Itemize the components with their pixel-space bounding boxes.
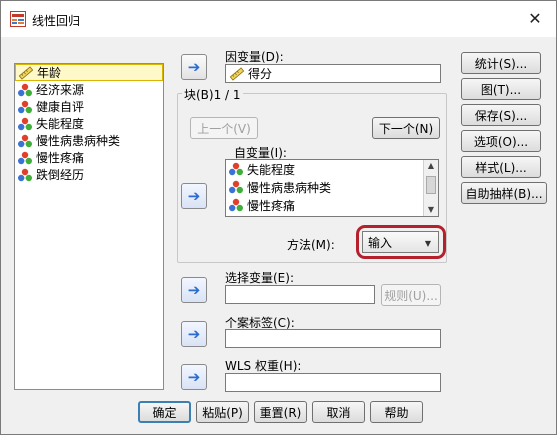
style-button[interactable]: 样式(L)... xyxy=(461,156,541,178)
arrow-right-icon: ➔ xyxy=(187,57,201,76)
variable-item[interactable]: 跌倒经历 xyxy=(15,166,163,183)
next-block-button[interactable]: 下一个(N) xyxy=(372,117,440,139)
variable-item-label: 慢性病患病种类 xyxy=(36,134,121,148)
variable-item-label: 经济来源 xyxy=(36,83,85,97)
help-button[interactable]: 帮助 xyxy=(370,401,423,423)
independent-variable-item[interactable]: 慢性疼痛 xyxy=(226,196,438,214)
wls-field[interactable] xyxy=(225,373,441,392)
cancel-button[interactable]: 取消 xyxy=(312,401,365,423)
variable-item-label: 跌倒经历 xyxy=(36,168,85,182)
arrow-right-icon: ➔ xyxy=(187,324,201,343)
variable-item[interactable]: 经济来源 xyxy=(15,81,163,98)
options-button[interactable]: 选项(O)... xyxy=(461,130,541,152)
selection-variable-label: 选择变量(E): xyxy=(225,271,294,285)
independent-variable-item-label: 慢性病患病种类 xyxy=(247,180,332,195)
nominal-balls-icon xyxy=(17,117,33,131)
nominal-balls-icon xyxy=(17,151,33,165)
move-to-case-label-button[interactable]: ➔ xyxy=(181,321,207,347)
scale-ruler-icon xyxy=(18,65,34,80)
variable-item-label: 慢性疼痛 xyxy=(36,151,85,165)
variable-item[interactable]: 失能程度 xyxy=(15,115,163,132)
nominal-balls-icon xyxy=(228,180,244,194)
variable-item[interactable]: 年龄 xyxy=(15,64,163,81)
spss-app-icon xyxy=(10,11,26,27)
selection-variable-field[interactable] xyxy=(225,285,375,304)
nominal-balls-icon xyxy=(17,168,33,182)
move-to-selection-button[interactable]: ➔ xyxy=(181,277,207,303)
scroll-down-icon[interactable]: ▼ xyxy=(424,204,438,216)
independent-variable-item[interactable]: 失能程度 xyxy=(226,160,438,178)
independent-variable-list[interactable]: 失能程度慢性病患病种类 慢性疼痛 ▲ ▼ xyxy=(225,159,439,217)
variable-item-label: 失能程度 xyxy=(36,117,85,131)
nominal-balls-icon xyxy=(17,83,33,97)
variable-item-label: 健康自评 xyxy=(36,100,85,114)
window-title: 线性回归 xyxy=(32,14,81,28)
method-highlight-annotation xyxy=(356,225,446,259)
nominal-balls-icon xyxy=(17,100,33,114)
dependent-value: 得分 xyxy=(248,67,273,81)
source-variable-list[interactable]: 年龄经济来源健康自评失能程度慢性病患病种类 慢性疼痛跌倒经历 xyxy=(14,63,164,390)
paste-button[interactable]: 粘贴(P) xyxy=(196,401,249,423)
linear-regression-dialog: 线性回归 ✕ 年龄 经济来源 健康自评 失能程度 慢性病患病种类 慢性疼痛 跌倒经历 ➔ 因… xyxy=(0,0,557,435)
statistics-button[interactable]: 统计(S)... xyxy=(461,52,541,74)
plots-button[interactable]: 图(T)... xyxy=(461,78,541,100)
scroll-up-icon[interactable]: ▲ xyxy=(424,160,438,172)
nominal-balls-icon xyxy=(228,198,244,212)
independent-variable-item-label: 失能程度 xyxy=(247,162,296,177)
ok-button[interactable]: 确定 xyxy=(138,401,191,423)
variable-item[interactable]: 慢性疼痛 xyxy=(15,149,163,166)
case-label-field[interactable] xyxy=(225,329,441,348)
wls-label: WLS 权重(H): xyxy=(225,359,302,373)
independent-variable-item-label: 慢性疼痛 xyxy=(247,198,296,213)
independent-variable-item[interactable]: 慢性病患病种类 xyxy=(226,178,438,196)
independent-items: 失能程度慢性病患病种类 慢性疼痛 xyxy=(226,160,438,214)
move-to-dependent-button[interactable]: ➔ xyxy=(181,54,207,80)
close-icon[interactable]: ✕ xyxy=(526,10,544,28)
arrow-right-icon: ➔ xyxy=(187,280,201,299)
variable-item[interactable]: 慢性病患病种类 xyxy=(15,132,163,149)
move-to-independent-button[interactable]: ➔ xyxy=(181,183,207,209)
move-to-wls-button[interactable]: ➔ xyxy=(181,364,207,390)
scale-ruler-icon xyxy=(229,66,245,81)
block-label: 块(B)1 / 1 xyxy=(182,86,243,103)
arrow-right-icon: ➔ xyxy=(187,367,201,386)
previous-block-button[interactable]: 上一个(V) xyxy=(190,117,258,139)
reset-button[interactable]: 重置(R) xyxy=(254,401,307,423)
independent-list-scrollbar[interactable]: ▲ ▼ xyxy=(423,160,438,216)
variable-item-label: 年龄 xyxy=(37,66,62,80)
title-bar: 线性回归 ✕ xyxy=(1,1,556,37)
nominal-balls-icon xyxy=(17,134,33,148)
save-button[interactable]: 保存(S)... xyxy=(461,104,541,126)
dependent-field[interactable]: 得分 xyxy=(225,64,441,83)
nominal-balls-icon xyxy=(228,162,244,176)
scroll-thumb[interactable] xyxy=(426,176,436,194)
bootstrap-button[interactable]: 自助抽样(B)... xyxy=(461,182,547,204)
method-label: 方法(M): xyxy=(287,238,335,252)
rule-button[interactable]: 规则(U)... xyxy=(381,284,441,306)
arrow-right-icon: ➔ xyxy=(187,186,201,205)
variable-item[interactable]: 健康自评 xyxy=(15,98,163,115)
dependent-label: 因变量(D): xyxy=(225,50,284,64)
